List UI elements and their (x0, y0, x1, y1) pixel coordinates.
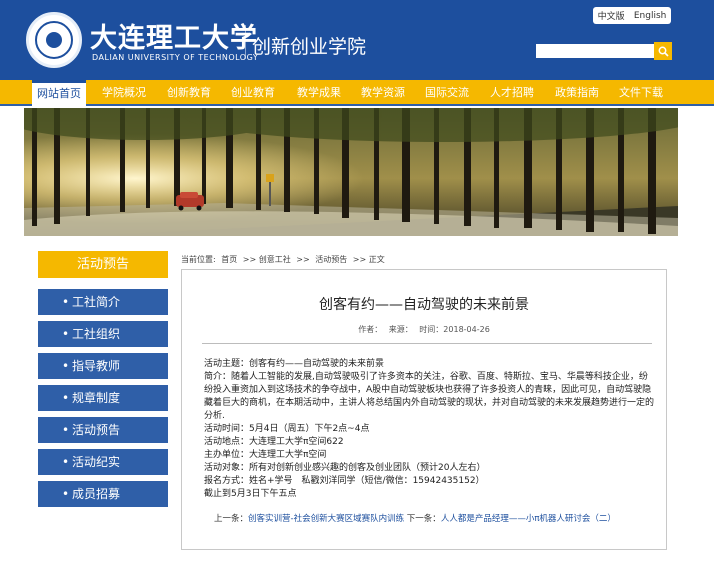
sidebar-item-rules[interactable]: • 规章制度 (38, 385, 168, 411)
prev-next-links: 上一条：创客实训营-社会创新大赛区域赛队内训练 下一条：人人都是产品经理——小π… (214, 512, 616, 524)
sidebar-item-label: 工社简介 (72, 295, 121, 309)
nav-item-entrepreneur-edu[interactable]: 创业教育 (226, 80, 280, 106)
nav-item-home[interactable]: 网站首页 (32, 80, 86, 106)
breadcrumb-current: >> 正文 (352, 255, 385, 264)
search-button[interactable] (654, 42, 672, 60)
meta-author: 作者： (358, 325, 383, 334)
next-article-link[interactable]: 人人都是产品经理——小π机器人研讨会（二） (441, 514, 616, 524)
article-meta: 作者： 来源： 时间：2018-04-26 (182, 324, 666, 335)
sidebar-item-organization[interactable]: • 工社组织 (38, 321, 168, 347)
breadcrumb-workshop[interactable]: >> 创意工社 (243, 255, 291, 264)
nav-item-downloads[interactable]: 文件下载 (613, 80, 669, 106)
header-divider (245, 25, 246, 59)
bullet-icon: • (62, 391, 70, 405)
article-line-location: 活动地点：大连理工大学π空间622 (204, 437, 344, 447)
sidebar-item-recruit-members[interactable]: • 成员招募 (38, 481, 168, 507)
article-body: 活动主题：创客有约——自动驾驶的未来前景 简介：随着人工智能的发展,自动驾驶吸引… (204, 358, 654, 501)
forest-road-illustration (24, 108, 678, 236)
site-header: 大连理工大学 DALIAN UNIVERSITY OF TECHNOLOGY 创… (0, 0, 714, 80)
article-line-organizer: 主办单位：大连理工大学π空间 (204, 450, 327, 460)
article-line-signup: 报名方式：姓名+学号 私戳刘洋同学（短信/微信：15942435152） (204, 476, 485, 486)
sidebar-item-label: 规章制度 (72, 391, 121, 405)
sidebar-title: 活动预告 (38, 251, 168, 278)
breadcrumb-separator: >> (296, 255, 310, 264)
bullet-icon: • (62, 423, 70, 437)
meta-source: 来源： (388, 325, 413, 334)
search-icon (658, 46, 669, 57)
logo-core (46, 32, 62, 48)
article-line-audience: 活动对象：所有对创新创业感兴趣的创客及创业团队（预计20人左右） (204, 463, 486, 473)
nav-item-teaching-resources[interactable]: 教学资源 (355, 80, 411, 106)
bullet-icon: • (62, 327, 70, 341)
article-line-time: 活动时间：5月4日（周五）下午2点~4点 (204, 424, 370, 434)
bullet-icon: • (62, 359, 70, 373)
nav-item-policy[interactable]: 政策指南 (549, 80, 605, 106)
meta-time: 时间：2018-04-26 (419, 325, 490, 334)
article-line-intro: 简介：随着人工智能的发展,自动驾驶吸引了许多资本的关注，谷歌、百度、特斯拉、宝马… (204, 372, 655, 421)
sidebar-item-label: 活动预告 (72, 423, 121, 437)
prev-article-link[interactable]: 创客实训营-社会创新大赛区域赛队内训练 (248, 514, 404, 524)
main-nav: 网站首页 学院概况 创新教育 创业教育 教学成果 教学资源 国际交流 人才招聘 … (0, 80, 714, 106)
sidebar-item-label: 指导教师 (72, 359, 121, 373)
breadcrumb: 当前位置: 首页 >> 创意工社 >> 活动预告 >> 正文 (181, 254, 388, 265)
bullet-icon: • (62, 295, 70, 309)
sidebar-item-intro[interactable]: • 工社简介 (38, 289, 168, 315)
article-title: 创客有约——自动驾驶的未来前景 (319, 297, 529, 313)
breadcrumb-event-preview[interactable]: 活动预告 (315, 255, 347, 264)
bullet-icon: • (62, 455, 70, 469)
sidebar-menu: • 工社简介 • 工社组织 • 指导教师 • 规章制度 • 活动预告 • 活动纪实 • 成员招… (38, 289, 168, 513)
breadcrumb-home[interactable]: 首页 (221, 255, 237, 264)
sidebar-item-advisors[interactable]: • 指导教师 (38, 353, 168, 379)
lang-en-link[interactable]: English (634, 11, 667, 21)
university-name-en: DALIAN UNIVERSITY OF TECHNOLOGY (92, 53, 259, 62)
breadcrumb-prefix: 当前位置: (181, 255, 216, 264)
lang-cn-link[interactable]: 中文版 (598, 9, 625, 22)
search-input[interactable] (536, 44, 654, 58)
next-label: 下一条： (406, 514, 441, 524)
sidebar-item-event-records[interactable]: • 活动纪实 (38, 449, 168, 475)
college-name: 创新创业学院 (252, 36, 367, 58)
language-switcher: 中文版 English (593, 7, 671, 24)
sidebar-item-label: 活动纪实 (72, 455, 121, 469)
prev-label: 上一条： (214, 514, 249, 524)
nav-item-recruitment[interactable]: 人才招聘 (484, 80, 540, 106)
university-name-cn: 大连理工大学 (90, 23, 258, 54)
nav-item-about[interactable]: 学院概况 (96, 80, 152, 106)
article-panel: 创客有约——自动驾驶的未来前景 作者： 来源： 时间：2018-04-26 活动… (181, 269, 667, 550)
nav-item-teaching-results[interactable]: 教学成果 (291, 80, 347, 106)
university-logo[interactable] (26, 12, 82, 68)
banner-image (24, 108, 678, 236)
bullet-icon: • (62, 487, 70, 501)
sidebar-item-event-preview[interactable]: • 活动预告 (38, 417, 168, 443)
sidebar-item-label: 工社组织 (72, 327, 121, 341)
title-divider (202, 343, 652, 344)
nav-item-international[interactable]: 国际交流 (419, 80, 475, 106)
article-line-topic: 活动主题：创客有约——自动驾驶的未来前景 (204, 359, 385, 369)
article-line-deadline: 截止到5月3日下午五点 (204, 489, 297, 499)
sidebar-item-label: 成员招募 (72, 487, 121, 501)
nav-item-innovation-edu[interactable]: 创新教育 (162, 80, 216, 106)
